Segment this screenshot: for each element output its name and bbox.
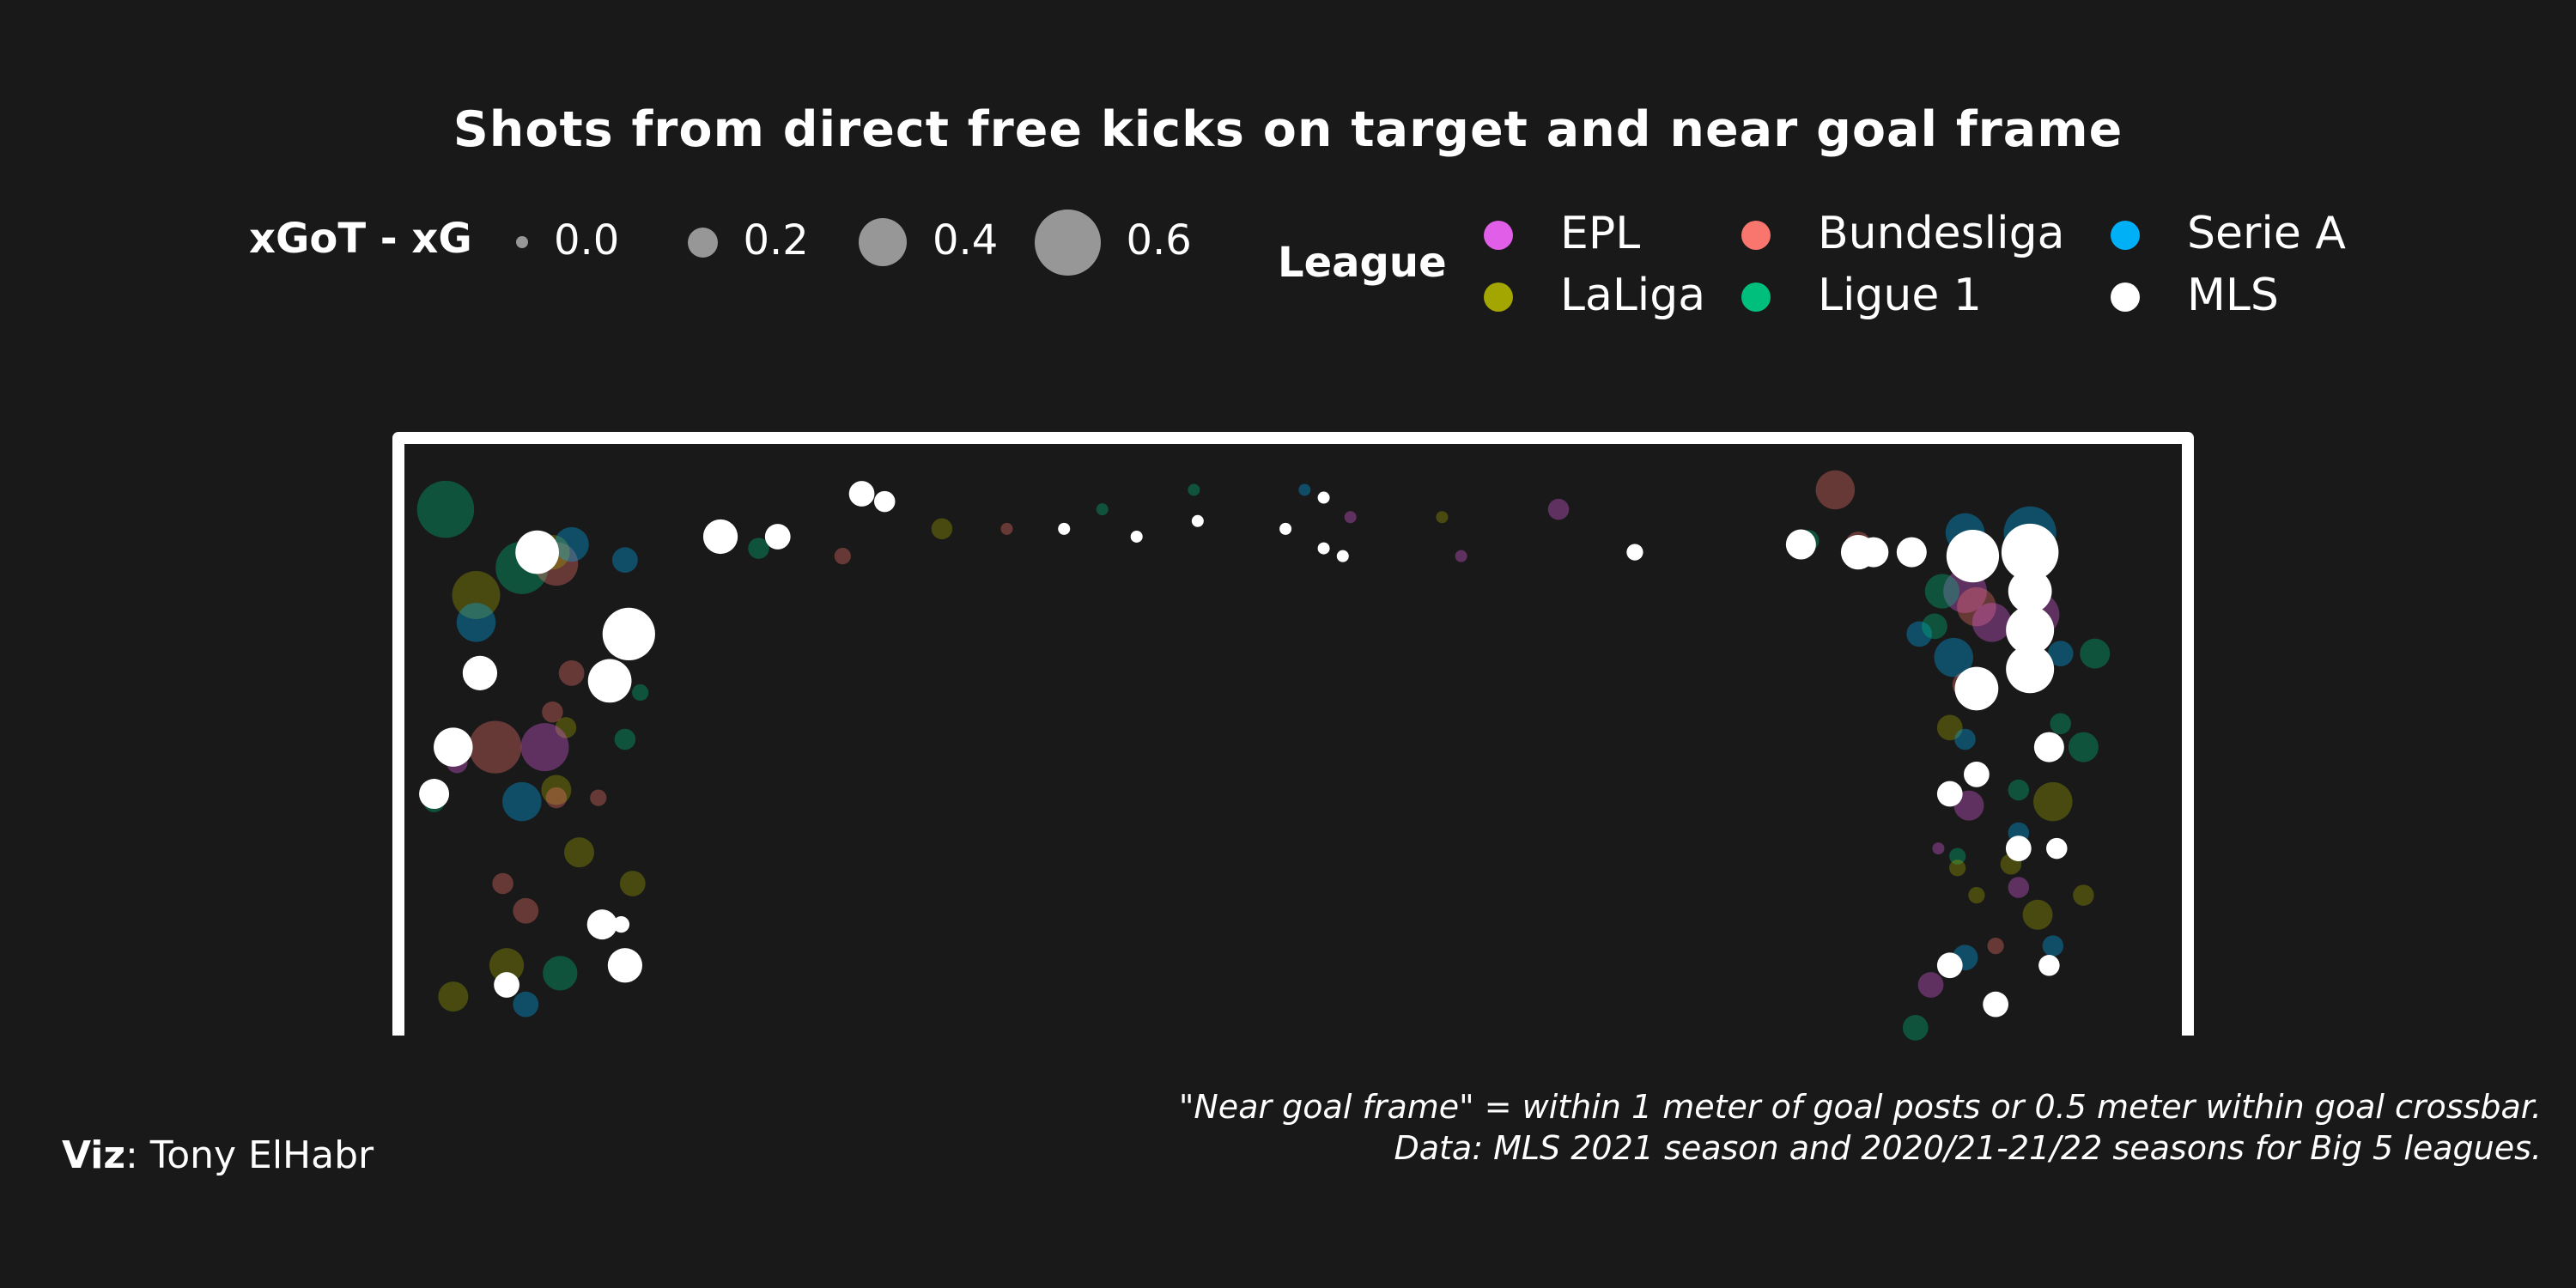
shot-point [2080,638,2111,669]
shot-point [554,526,589,562]
shot-point [1547,498,1570,520]
shot-point [2008,779,2030,801]
shot-point [2073,884,2094,906]
caption: "Near goal frame" = within 1 meter of go… [824,1086,2542,1169]
shot-point [1946,530,2000,583]
shot-point [1922,613,1947,640]
shot-point [602,607,655,661]
credit: Viz: Tony ElHabr [62,1133,374,1177]
shot-point [494,972,519,998]
shot-point [612,916,630,933]
shot-point [590,789,607,806]
shot-point [543,956,578,991]
shot-point [1317,491,1330,504]
shot-point [2022,899,2053,930]
shot-point [619,871,646,896]
shot-point [1858,537,1889,568]
shot-point [1455,550,1467,562]
shot-point [419,779,450,810]
shot-point [1983,991,2009,1018]
shot-point [702,519,738,555]
shot-point [1130,530,1143,543]
shot-point [558,659,585,686]
shot-point [1968,886,1985,904]
shot-point [1436,511,1449,524]
shot-point [1188,483,1200,496]
goal-frame [392,432,2194,1036]
shot-point [2006,645,2055,694]
shot-point [1815,470,1856,510]
shot-point [1000,522,1013,535]
shot-point [1987,937,2004,955]
credit-name: : Tony ElHabr [125,1133,374,1177]
caption-line-1: "Near goal frame" = within 1 meter of go… [1178,1088,2542,1126]
shot-point [1964,761,1990,787]
shot-point [2005,835,2032,861]
shot-point [416,480,475,538]
shot-point [492,872,513,895]
shot-point [586,909,617,940]
shot-point [456,603,496,642]
shot-point [1949,860,1966,877]
shot-point [1317,542,1330,555]
shot-point [1902,1015,1929,1041]
shot-point [614,728,636,750]
shot-point [434,727,473,767]
shot-point [1936,952,1963,979]
shot-point [469,720,522,774]
shot-point [587,659,632,703]
shot-point [1298,483,1311,496]
shot-point [1191,514,1204,527]
shot-point [1932,842,1945,855]
shot-point [848,481,875,507]
shot-point [1336,550,1349,562]
shot-point [764,524,791,550]
shot-point [1936,781,1963,807]
shot-point [1096,503,1109,516]
shot-point [873,490,896,513]
shot-point [834,548,851,565]
shot-point [1344,511,1357,524]
shot-point [545,787,568,809]
shot-point [632,683,649,702]
shot-point [612,547,638,574]
shot-point [1917,972,1944,998]
shot-point [1971,603,2012,642]
shot-point [2038,955,2060,976]
shot-point [1279,522,1292,535]
shot-point [462,655,498,690]
shot-point [513,991,539,1018]
shot-point [1924,574,1960,609]
shot-point [1626,544,1643,561]
shot-point [2042,935,2064,957]
shot-point [513,897,539,924]
shot-point [520,723,569,772]
shot-point [1954,728,1976,750]
shot-point [2068,732,2099,762]
shot-point [502,781,542,822]
shot-point [2033,732,2064,762]
shot-point [931,518,953,540]
shot-point [1785,529,1816,560]
caption-line-2: Data: MLS 2021 season and 2020/21-21/22 … [1394,1129,2542,1167]
shot-point [2046,837,2068,860]
shot-point [1954,666,1999,711]
shot-point [2033,781,2073,822]
shot-point [438,981,469,1012]
shot-point [2008,877,2030,898]
credit-label: Viz [62,1133,125,1177]
shot-point [2050,713,2071,735]
shot-point [607,948,643,983]
shot-point [564,837,595,868]
shot-point [1896,537,1927,568]
shot-point [515,530,559,574]
shot-point [1058,522,1071,535]
